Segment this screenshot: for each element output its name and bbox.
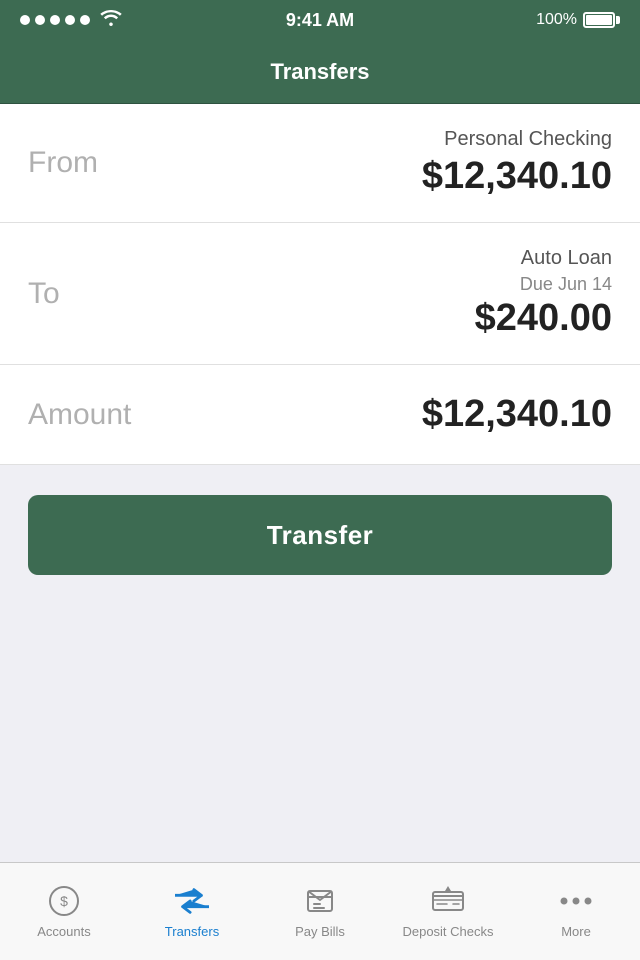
battery-area: 100% [536,11,620,29]
status-bar: 9:41 AM 100% [0,0,640,40]
pay-bills-icon [303,884,337,918]
tab-bar: $ Accounts Transfers [0,862,640,960]
signal-dot-5 [80,15,90,25]
tab-transfers[interactable]: Transfers [128,863,256,960]
from-details: Personal Checking $12,340.10 [422,128,612,198]
amount-row[interactable]: Amount $12,340.10 [0,365,640,465]
more-icon [559,884,593,918]
accounts-icon: $ [47,884,81,918]
from-account-name: Personal Checking [422,128,612,151]
wifi-icon [100,10,122,31]
tab-accounts[interactable]: $ Accounts [0,863,128,960]
signal-dots [20,15,90,25]
transfer-button[interactable]: Transfer [28,495,612,575]
to-row[interactable]: To Auto Loan Due Jun 14 $240.00 [0,223,640,365]
from-amount: $12,340.10 [422,155,612,198]
content-area: From Personal Checking $12,340.10 To Aut… [0,104,640,960]
amount-value: $12,340.10 [422,393,612,436]
deposit-checks-icon [431,884,465,918]
from-row[interactable]: From Personal Checking $12,340.10 [0,104,640,223]
to-account-name: Auto Loan [475,247,612,270]
tab-pay-bills[interactable]: Pay Bills [256,863,384,960]
signal-dot-1 [20,15,30,25]
transfers-icon [175,884,209,918]
battery-icon [583,12,620,28]
signal-dot-4 [65,15,75,25]
tab-accounts-label: Accounts [37,924,90,939]
tab-deposit-checks-label: Deposit Checks [402,924,493,939]
tab-more-label: More [561,924,591,939]
from-label: From [28,146,98,180]
tab-pay-bills-label: Pay Bills [295,924,345,939]
tab-transfers-label: Transfers [165,924,219,939]
tab-more[interactable]: More [512,863,640,960]
to-amount: $240.00 [475,297,612,340]
battery-percent: 100% [536,11,577,29]
to-details: Auto Loan Due Jun 14 $240.00 [475,247,612,340]
status-time: 9:41 AM [286,10,354,31]
to-label: To [28,277,60,311]
signal-dot-3 [50,15,60,25]
svg-text:$: $ [60,893,68,909]
amount-label: Amount [28,398,131,432]
nav-bar: Transfers [0,40,640,104]
app-page: 9:41 AM 100% Transfers From Personal Che… [0,0,640,960]
nav-title: Transfers [270,59,369,85]
signal-dot-2 [35,15,45,25]
tab-deposit-checks[interactable]: Deposit Checks [384,863,512,960]
to-due-date: Due Jun 14 [475,274,612,295]
